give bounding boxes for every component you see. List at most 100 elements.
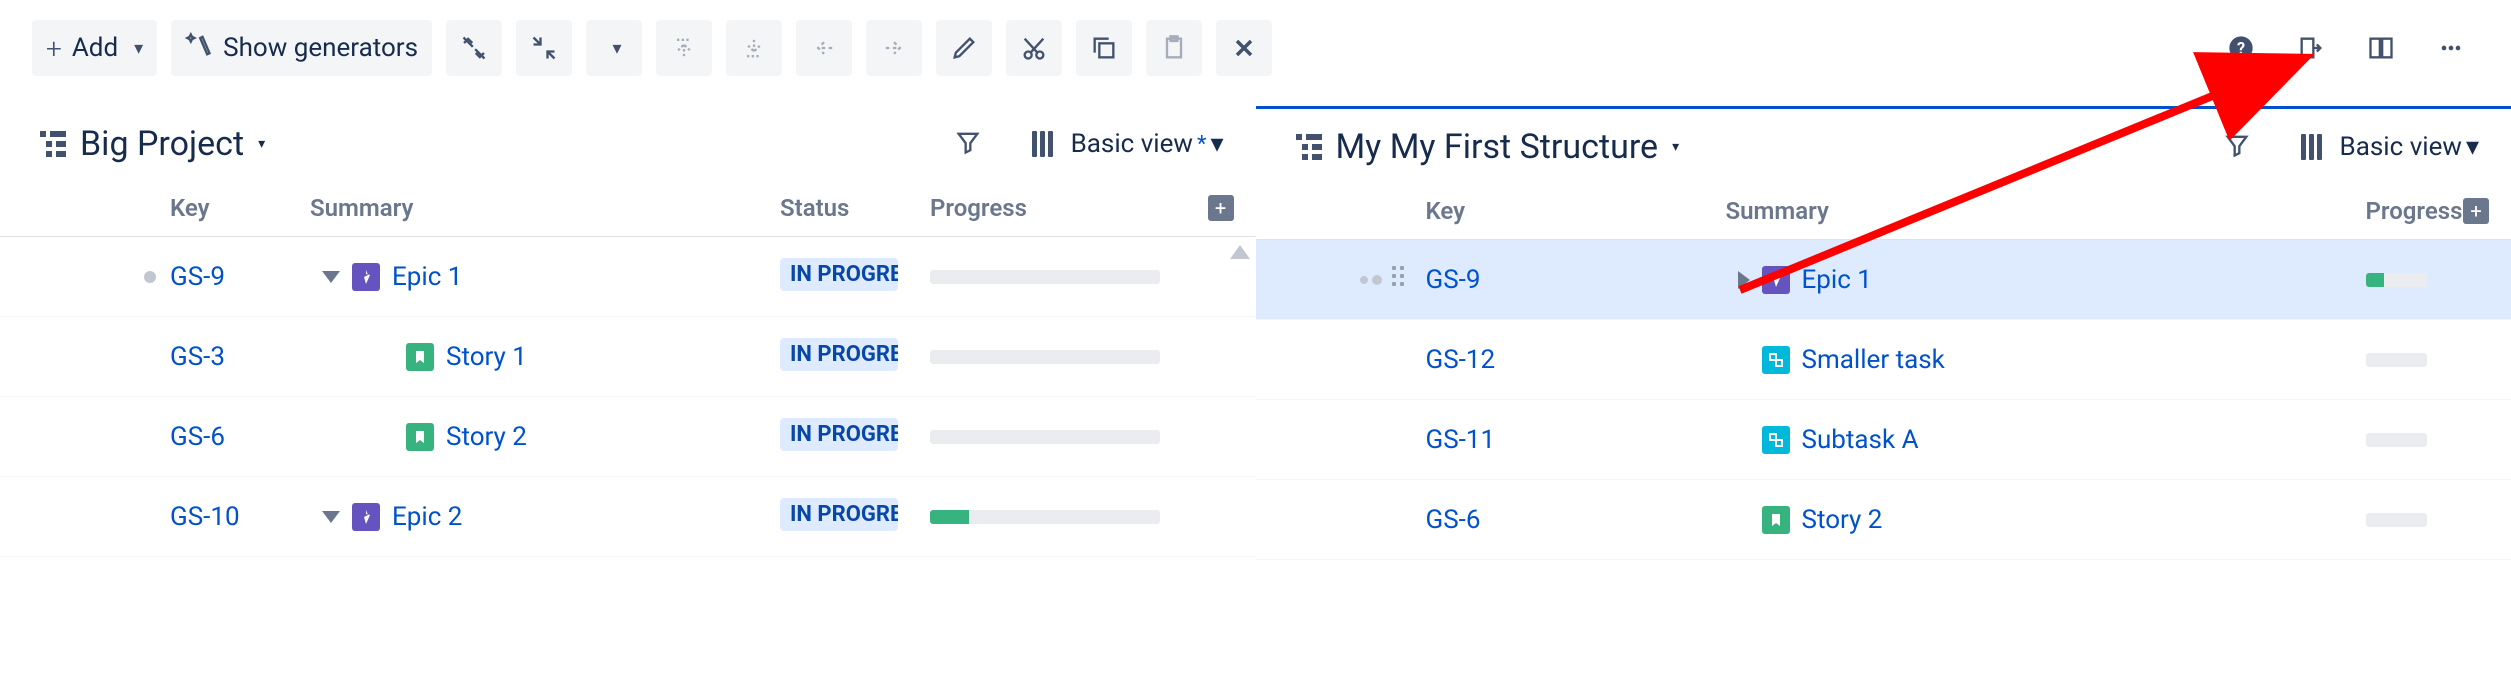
summary-text[interactable]: Epic 1 [1802, 265, 1872, 295]
drag-handle-icon[interactable] [1392, 266, 1412, 294]
structure-selector[interactable]: My My First Structure ▾ [1296, 127, 1680, 167]
chevron-down-icon: ▾ [1210, 129, 1223, 159]
table-header: Key Summary Progress + [1256, 191, 2511, 240]
table-row[interactable]: GS-6 Story 2 IN PROGRESS [0, 397, 1256, 477]
status-badge[interactable]: IN PROGRESS [780, 338, 898, 371]
table-header: Key Summary Status Progress + [0, 188, 1256, 237]
more-menu-icon[interactable] [2423, 20, 2479, 76]
story-icon [406, 423, 434, 451]
rows-container: GS-9 Epic 1 IN PROGRESS GS-3 Story 1 IN … [0, 237, 1256, 687]
summary-text[interactable]: Story 2 [1802, 505, 1883, 535]
split-panels-icon[interactable] [2353, 20, 2409, 76]
progress-bar [930, 510, 1160, 524]
structure-icon [1296, 134, 1322, 160]
view-selector[interactable]: Basic view* ▾ [1071, 129, 1224, 159]
issue-key[interactable]: GS-9 [170, 262, 310, 292]
progress-bar [930, 350, 1160, 364]
epic-icon [352, 263, 380, 291]
issue-key[interactable]: GS-6 [170, 422, 310, 452]
table-row[interactable]: GS-3 Story 1 IN PROGRESS [0, 317, 1256, 397]
progress-bar [930, 270, 1160, 284]
issue-key[interactable]: GS-6 [1426, 505, 1726, 535]
move-up-icon[interactable] [656, 20, 712, 76]
wand-icon [185, 31, 213, 66]
expander-closed-icon[interactable] [1738, 271, 1750, 289]
expander-open-icon[interactable] [322, 271, 340, 283]
columns-icon[interactable] [1032, 131, 1053, 157]
move-left-icon[interactable] [796, 20, 852, 76]
table-row[interactable]: GS-6 Story 2 [1256, 480, 2511, 560]
more-diag-dropdown[interactable]: ▾ [586, 20, 642, 76]
expand-diag-icon[interactable] [446, 20, 502, 76]
bullet-icon [144, 271, 156, 283]
move-down-icon[interactable] [726, 20, 782, 76]
story-icon [1762, 506, 1790, 534]
right-panel: My My First Structure ▾ Basic view ▾ Key… [1256, 106, 2511, 687]
issue-key[interactable]: GS-12 [1426, 345, 1726, 375]
panel-title: Big Project [80, 124, 244, 164]
move-right-icon[interactable] [866, 20, 922, 76]
columns-icon[interactable] [2301, 134, 2322, 160]
col-progress[interactable]: Progress [930, 194, 1206, 222]
col-status[interactable]: Status [780, 194, 930, 222]
status-badge[interactable]: IN PROGRESS [780, 498, 898, 531]
expander-open-icon[interactable] [322, 511, 340, 523]
summary-text[interactable]: Subtask A [1802, 425, 1919, 455]
summary-text[interactable]: Story 1 [446, 342, 527, 372]
structure-selector[interactable]: Big Project ▾ [40, 124, 265, 164]
status-badge[interactable]: IN PROGRESS [780, 258, 898, 291]
structure-icon [40, 131, 66, 157]
help-icon[interactable]: ? [2213, 20, 2269, 76]
left-panel: Big Project ▾ Basic view* ▾ Key Summary … [0, 106, 1256, 687]
chevron-down-icon: ▾ [134, 38, 143, 59]
subtask-icon [1762, 426, 1790, 454]
filter-icon[interactable] [2223, 131, 2251, 163]
progress-bar [930, 430, 1160, 444]
summary-text[interactable]: Smaller task [1802, 345, 1945, 375]
edit-icon[interactable] [936, 20, 992, 76]
col-summary[interactable]: Summary [310, 194, 780, 222]
col-key[interactable]: Key [1426, 197, 1726, 225]
svg-text:?: ? [2237, 39, 2245, 58]
chevron-down-icon: ▾ [1672, 139, 1679, 155]
issue-key[interactable]: GS-3 [170, 342, 310, 372]
cut-icon[interactable] [1006, 20, 1062, 76]
summary-text[interactable]: Epic 1 [392, 262, 462, 292]
add-label: Add [72, 33, 118, 63]
epic-icon [352, 503, 380, 531]
summary-text[interactable]: Epic 2 [392, 502, 462, 532]
delete-icon[interactable] [1216, 20, 1272, 76]
epic-icon [1762, 266, 1790, 294]
add-button[interactable]: + Add ▾ [32, 20, 157, 76]
selection-indicator [1360, 275, 1382, 285]
issue-key[interactable]: GS-10 [170, 502, 310, 532]
col-key[interactable]: Key [170, 194, 310, 222]
issue-key[interactable]: GS-9 [1426, 265, 1726, 295]
issue-key[interactable]: GS-11 [1426, 425, 1726, 455]
add-column-icon[interactable]: + [1208, 195, 1234, 221]
rows-container: GS-9 Epic 1 GS-12 Smaller task GS-11 [1256, 240, 2511, 687]
view-selector[interactable]: Basic view ▾ [2340, 132, 2479, 162]
col-summary[interactable]: Summary [1726, 197, 2366, 225]
table-row[interactable]: GS-9 Epic 1 [1256, 240, 2511, 320]
export-icon[interactable] [2283, 20, 2339, 76]
panel-title: My My First Structure [1336, 127, 1659, 167]
show-generators-button[interactable]: Show generators [171, 20, 432, 76]
chevron-down-icon: ▾ [2466, 132, 2479, 162]
story-icon [406, 343, 434, 371]
copy-icon[interactable] [1076, 20, 1132, 76]
filter-icon[interactable] [954, 128, 982, 160]
table-row[interactable]: GS-12 Smaller task [1256, 320, 2511, 400]
col-progress[interactable]: Progress [2366, 197, 2472, 225]
status-badge[interactable]: IN PROGRESS [780, 418, 898, 451]
paste-icon[interactable] [1146, 20, 1202, 76]
table-row[interactable]: GS-11 Subtask A [1256, 400, 2511, 480]
collapse-diag-icon[interactable] [516, 20, 572, 76]
add-column-icon[interactable]: + [2463, 198, 2489, 224]
summary-text[interactable]: Story 2 [446, 422, 527, 452]
plus-icon: + [46, 32, 62, 65]
table-row[interactable]: GS-10 Epic 2 IN PROGRESS [0, 477, 1256, 557]
scroll-up-icon[interactable] [1230, 245, 1250, 259]
table-row[interactable]: GS-9 Epic 1 IN PROGRESS [0, 237, 1256, 317]
progress-bar [2366, 433, 2428, 447]
